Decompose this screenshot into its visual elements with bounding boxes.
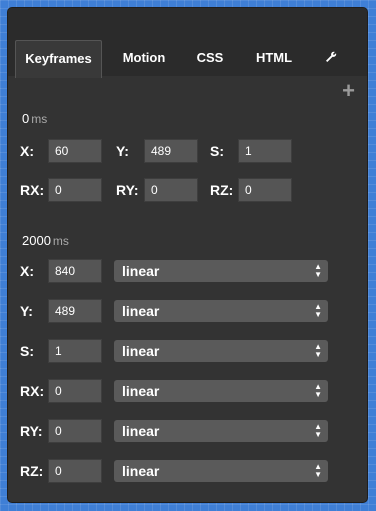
keyframe-time-value: 0 xyxy=(22,111,30,126)
end-x-easing-select[interactable]: linear ▲ ▼ xyxy=(114,260,328,282)
tab-css[interactable]: CSS xyxy=(188,40,232,76)
add-keyframe-button[interactable]: + xyxy=(342,78,355,104)
select-arrows-icon: ▲ ▼ xyxy=(314,462,322,479)
end-ry-label: RY: xyxy=(20,423,43,439)
rx-label: RX: xyxy=(20,182,45,198)
end-y-label: Y: xyxy=(20,303,33,319)
end-s-label: S: xyxy=(20,343,34,359)
end-x-label: X: xyxy=(20,263,34,279)
select-arrows-icon: ▲ ▼ xyxy=(314,262,322,279)
end-rx-label: RX: xyxy=(20,383,45,399)
end-ry-easing-select[interactable]: linear ▲ ▼ xyxy=(114,420,328,442)
rx-input[interactable]: 0 xyxy=(48,178,102,202)
keyframe-time-unit: ms xyxy=(31,112,48,126)
easing-value: linear xyxy=(122,343,160,359)
end-x-input[interactable]: 840 xyxy=(48,259,102,283)
rz-label: RZ: xyxy=(210,182,234,198)
s-input[interactable]: 1 xyxy=(238,139,292,163)
rz-input[interactable]: 0 xyxy=(238,178,292,202)
ry-input[interactable]: 0 xyxy=(144,178,198,202)
y-label: Y: xyxy=(116,143,129,159)
y-input[interactable]: 489 xyxy=(144,139,198,163)
select-arrows-icon: ▲ ▼ xyxy=(314,382,322,399)
end-rx-easing-select[interactable]: linear ▲ ▼ xyxy=(114,380,328,402)
keyframe-time-2000: 2000 ms xyxy=(22,233,69,248)
end-rz-input[interactable]: 0 xyxy=(48,459,102,483)
tab-settings[interactable] xyxy=(316,40,346,76)
wrench-icon xyxy=(326,51,337,62)
easing-value: linear xyxy=(122,303,160,319)
select-arrows-icon: ▲ ▼ xyxy=(314,422,322,439)
select-arrows-icon: ▲ ▼ xyxy=(314,302,322,319)
tab-html[interactable]: HTML xyxy=(248,40,300,76)
plus-icon: + xyxy=(342,78,355,103)
easing-value: linear xyxy=(122,263,160,279)
tab-bar: Keyframes Motion CSS HTML xyxy=(8,38,367,78)
end-y-easing-select[interactable]: linear ▲ ▼ xyxy=(114,300,328,322)
end-rx-input[interactable]: 0 xyxy=(48,379,102,403)
keyframe-time-unit: ms xyxy=(52,234,69,248)
end-ry-input[interactable]: 0 xyxy=(48,419,102,443)
easing-value: linear xyxy=(122,463,160,479)
easing-value: linear xyxy=(122,383,160,399)
panel-titlebar[interactable] xyxy=(8,8,367,38)
x-input[interactable]: 60 xyxy=(48,139,102,163)
keyframe-time-value: 2000 xyxy=(22,233,51,248)
end-y-input[interactable]: 489 xyxy=(48,299,102,323)
tab-keyframes[interactable]: Keyframes xyxy=(15,40,102,78)
tab-motion[interactable]: Motion xyxy=(112,40,176,76)
end-s-input[interactable]: 1 xyxy=(48,339,102,363)
s-label: S: xyxy=(210,143,224,159)
keyframe-time-0: 0 ms xyxy=(22,111,47,126)
end-rz-easing-select[interactable]: linear ▲ ▼ xyxy=(114,460,328,482)
select-arrows-icon: ▲ ▼ xyxy=(314,342,322,359)
x-label: X: xyxy=(20,143,34,159)
end-rz-label: RZ: xyxy=(20,463,44,479)
easing-value: linear xyxy=(122,423,160,439)
keyframes-panel: Keyframes Motion CSS HTML + 0 ms X: 60 Y:… xyxy=(8,8,367,502)
ry-label: RY: xyxy=(116,182,139,198)
end-s-easing-select[interactable]: linear ▲ ▼ xyxy=(114,340,328,362)
